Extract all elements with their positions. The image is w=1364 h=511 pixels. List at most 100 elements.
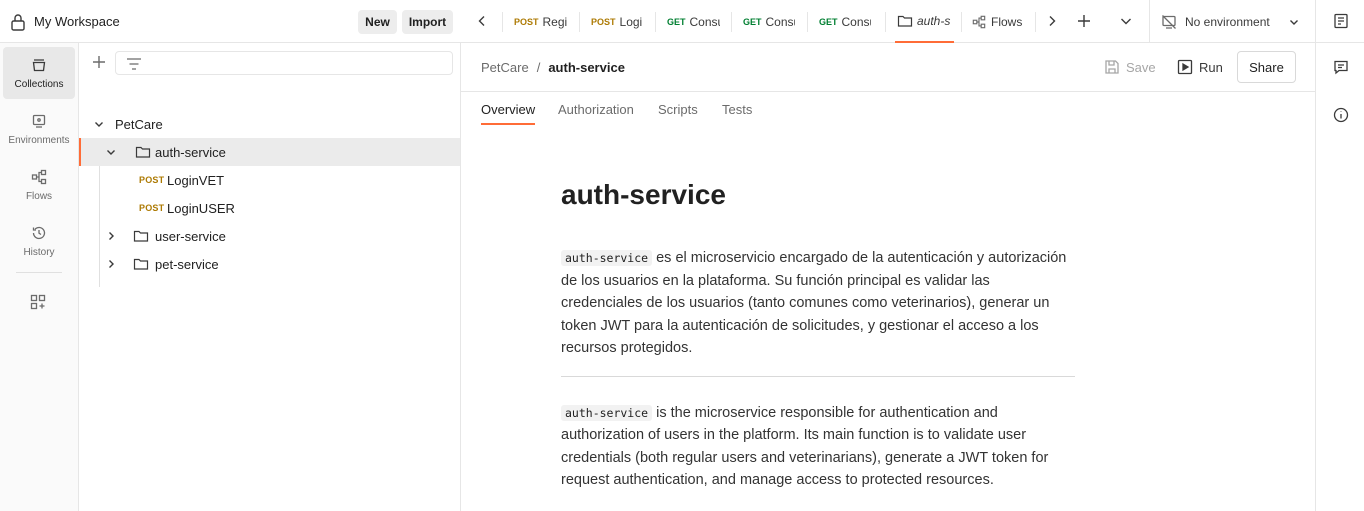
environment-label: No environment xyxy=(1185,14,1270,29)
env-divider xyxy=(1149,0,1150,43)
tab-divider xyxy=(807,12,808,32)
tab-divider xyxy=(1035,12,1036,32)
tab-label: Consu xyxy=(841,14,871,29)
share-button[interactable]: Share xyxy=(1237,51,1296,83)
tab-divider xyxy=(961,12,962,32)
run-label: Run xyxy=(1199,59,1223,75)
tab-auth-service[interactable]: auth-s xyxy=(895,0,954,43)
method-badge: POST xyxy=(514,16,539,27)
method-badge: GET xyxy=(743,16,762,27)
tab-label: auth-s xyxy=(917,13,951,28)
sidebar-rail: Collections Environments Flows History xyxy=(0,43,79,511)
overview-document: auth-service auth-service es el microser… xyxy=(561,175,1075,492)
request-name: LoginUSER xyxy=(167,200,235,216)
lock-icon xyxy=(11,14,25,31)
tree-folder-auth-service[interactable]: auth-service xyxy=(79,138,460,166)
folder-icon xyxy=(897,15,913,27)
chevron-right-icon[interactable] xyxy=(105,230,117,242)
workspace-header: My Workspace New Import xyxy=(0,0,461,43)
save-icon xyxy=(1105,60,1119,74)
flows-icon xyxy=(972,15,986,28)
breadcrumb-parent[interactable]: PetCare xyxy=(481,60,529,75)
environment-selector[interactable]: No environment xyxy=(1161,0,1316,43)
chevron-down-icon[interactable] xyxy=(1288,16,1300,28)
plus-icon[interactable] xyxy=(1077,14,1091,28)
rail-label-environments: Environments xyxy=(8,135,70,146)
tab-divider xyxy=(579,12,580,32)
new-button[interactable]: New xyxy=(358,10,397,34)
tab-request[interactable]: POST Regi xyxy=(514,0,574,43)
tab-request[interactable]: POST Logi xyxy=(591,0,645,43)
workspace-title[interactable]: My Workspace xyxy=(34,14,120,29)
tab-tests[interactable]: Tests xyxy=(722,102,752,117)
tree-request-loginuser[interactable]: POST LoginUSER xyxy=(79,194,460,222)
chevron-down-icon[interactable] xyxy=(1119,14,1133,28)
collection-name: PetCare xyxy=(115,116,163,132)
apps-add-icon[interactable] xyxy=(30,294,46,310)
history-icon xyxy=(32,226,46,240)
add-collection-icon[interactable] xyxy=(91,54,107,70)
breadcrumb: PetCare / auth-service xyxy=(481,60,625,75)
folder-icon xyxy=(133,230,149,242)
method-badge: POST xyxy=(139,203,165,213)
info-icon[interactable] xyxy=(1333,107,1349,123)
header-divider xyxy=(461,91,1315,92)
import-button[interactable]: Import xyxy=(402,10,453,34)
tab-flows[interactable]: Flows xyxy=(971,0,1035,43)
tab-request[interactable]: GET Consu xyxy=(819,0,871,43)
documentation-icon[interactable] xyxy=(1333,13,1349,29)
method-badge: GET xyxy=(667,16,686,27)
collections-icon xyxy=(32,59,46,72)
tree-collection-petcare[interactable]: PetCare xyxy=(79,110,460,138)
rail-item-history[interactable]: History xyxy=(3,215,75,267)
tab-divider xyxy=(885,12,886,32)
folder-name: user-service xyxy=(155,228,226,244)
tab-authorization[interactable]: Authorization xyxy=(558,102,634,117)
tab-scripts[interactable]: Scripts xyxy=(658,102,698,117)
chevron-down-icon[interactable] xyxy=(105,146,117,158)
right-rail-header xyxy=(1315,0,1364,43)
method-badge: POST xyxy=(591,16,616,27)
method-badge: GET xyxy=(819,16,838,27)
rail-label-collections: Collections xyxy=(14,79,64,90)
breadcrumb-current: auth-service xyxy=(548,60,625,75)
tab-label: Logi xyxy=(619,14,643,29)
inline-code: auth-service xyxy=(561,250,653,266)
chevron-right-icon[interactable] xyxy=(1045,14,1059,28)
collections-sidebar: PetCare auth-service POST LoginVET POST … xyxy=(79,43,461,511)
rail-item-environments[interactable]: Environments xyxy=(3,103,75,155)
tab-label: Consu xyxy=(765,14,795,29)
rail-label-history: History xyxy=(23,247,55,258)
request-name: LoginVET xyxy=(167,172,225,188)
tree-folder-user-service[interactable]: user-service xyxy=(79,222,460,250)
collections-filter-input[interactable] xyxy=(115,51,453,75)
chevron-right-icon[interactable] xyxy=(105,258,117,270)
chevron-down-icon[interactable] xyxy=(93,118,105,130)
tab-request[interactable]: GET Consu xyxy=(667,0,720,43)
tree-request-loginvet[interactable]: POST LoginVET xyxy=(79,166,460,194)
tree-folder-pet-service[interactable]: pet-service xyxy=(79,250,460,278)
folder-icon xyxy=(135,146,151,158)
flows-icon xyxy=(31,169,47,185)
doc-title: auth-service xyxy=(561,179,726,210)
right-rail xyxy=(1315,43,1364,511)
comments-icon[interactable] xyxy=(1333,59,1349,75)
tab-label: Flows xyxy=(991,14,1023,29)
folder-icon xyxy=(133,258,149,270)
save-label: Save xyxy=(1126,59,1156,75)
folder-name: auth-service xyxy=(155,144,226,160)
filter-icon[interactable] xyxy=(126,57,142,71)
tab-divider xyxy=(502,12,503,32)
tab-label: Consu xyxy=(689,14,720,29)
rail-item-collections[interactable]: Collections xyxy=(3,47,75,99)
rail-item-flows[interactable]: Flows xyxy=(3,159,75,211)
run-button[interactable]: Run xyxy=(1177,52,1223,82)
tab-overview[interactable]: Overview xyxy=(481,102,535,117)
active-tab-indicator xyxy=(481,123,535,125)
tab-divider xyxy=(655,12,656,32)
save-button[interactable]: Save xyxy=(1104,52,1156,82)
folder-name: pet-service xyxy=(155,256,219,272)
tab-request[interactable]: GET Consu xyxy=(743,0,795,43)
method-badge: POST xyxy=(139,175,165,185)
chevron-left-icon[interactable] xyxy=(475,14,489,28)
